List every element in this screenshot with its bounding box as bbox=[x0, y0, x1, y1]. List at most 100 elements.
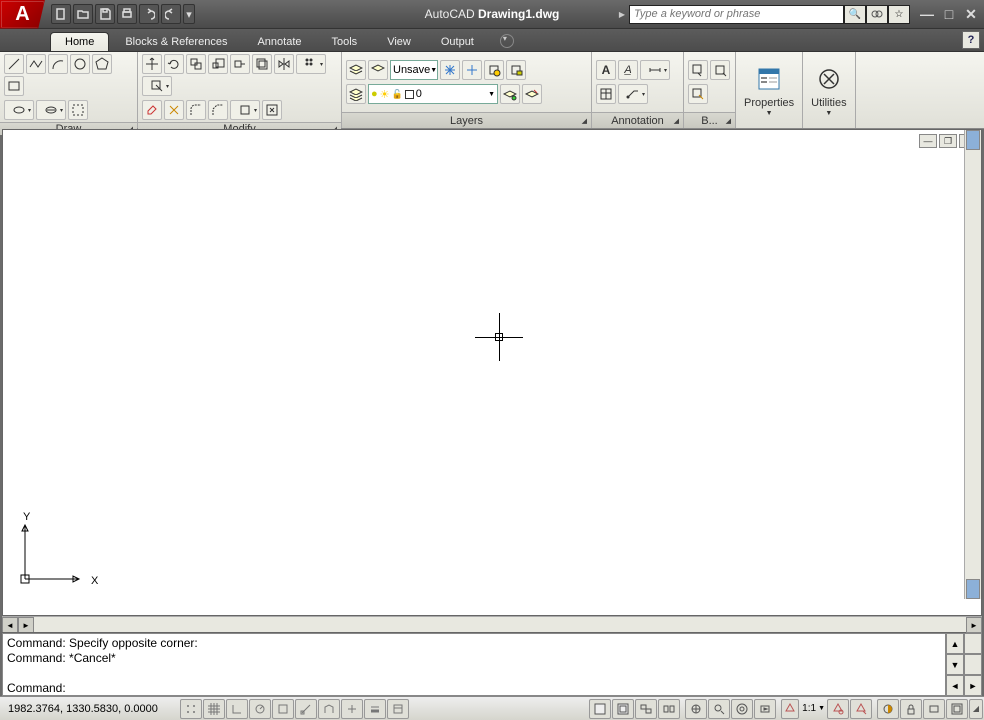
toolbar-lock-button[interactable] bbox=[900, 699, 922, 719]
layer-unisolate-button[interactable] bbox=[522, 84, 542, 104]
layout-button[interactable] bbox=[612, 699, 634, 719]
comm-center-button[interactable] bbox=[866, 5, 888, 24]
polygon-button[interactable] bbox=[92, 54, 112, 74]
grid-toggle[interactable] bbox=[203, 699, 225, 719]
canvas-minimize-button[interactable]: — bbox=[919, 134, 937, 148]
erase-button[interactable] bbox=[142, 100, 162, 120]
snap-toggle[interactable] bbox=[180, 699, 202, 719]
ribbon-options-button[interactable] bbox=[500, 34, 514, 48]
panel-annotation-title[interactable]: Annotation◢ bbox=[592, 112, 683, 128]
edit-block-button[interactable] bbox=[688, 84, 708, 104]
maximize-button[interactable]: □ bbox=[940, 5, 958, 23]
steering-wheel-button[interactable] bbox=[731, 699, 753, 719]
ortho-toggle[interactable] bbox=[226, 699, 248, 719]
tab-scroll-left[interactable]: ◄ bbox=[2, 617, 18, 633]
zoom-button[interactable] bbox=[708, 699, 730, 719]
arc-button[interactable] bbox=[48, 54, 68, 74]
qp-toggle[interactable] bbox=[387, 699, 409, 719]
search-go-button[interactable]: 🔍 bbox=[844, 5, 866, 24]
copy-button[interactable] bbox=[186, 54, 206, 74]
quickview-drawings-button[interactable] bbox=[658, 699, 680, 719]
layer-states-button[interactable] bbox=[368, 60, 388, 80]
layer-off-button[interactable] bbox=[462, 60, 482, 80]
dyn-toggle[interactable] bbox=[341, 699, 363, 719]
cmd-scroll-right[interactable]: ► bbox=[964, 675, 982, 696]
model-button[interactable] bbox=[589, 699, 611, 719]
stretch-button[interactable] bbox=[230, 54, 250, 74]
panel-utilities[interactable]: Utilities ▼ bbox=[803, 52, 855, 128]
polyline-button[interactable] bbox=[26, 54, 46, 74]
trim-dropdown[interactable] bbox=[142, 76, 172, 96]
horizontal-scrollbar[interactable]: ► bbox=[34, 617, 982, 632]
lwt-toggle[interactable] bbox=[364, 699, 386, 719]
offset-button[interactable] bbox=[252, 54, 272, 74]
mirror-button[interactable] bbox=[274, 54, 294, 74]
panel-block-title[interactable]: B...◢ bbox=[684, 112, 735, 128]
otrack-toggle[interactable] bbox=[295, 699, 317, 719]
open-button[interactable] bbox=[73, 4, 93, 24]
vertical-scrollbar[interactable] bbox=[964, 130, 981, 599]
leader-dropdown[interactable] bbox=[618, 84, 648, 104]
ducs-toggle[interactable] bbox=[318, 699, 340, 719]
pan-button[interactable] bbox=[685, 699, 707, 719]
search-input[interactable] bbox=[629, 5, 844, 24]
layer-properties-button[interactable] bbox=[346, 60, 366, 80]
text-button[interactable]: A̲ bbox=[618, 60, 638, 80]
annotation-scale-label[interactable]: 1:1 bbox=[800, 703, 818, 714]
cmd-scroll-down[interactable]: ▼ bbox=[946, 654, 964, 675]
line-button[interactable] bbox=[4, 54, 24, 74]
favorites-button[interactable]: ☆ bbox=[888, 5, 910, 24]
status-tray-button[interactable]: ◢ bbox=[969, 699, 983, 719]
print-button[interactable] bbox=[117, 4, 137, 24]
help-button[interactable]: ? bbox=[962, 31, 980, 49]
layer-dropdown[interactable]: ● ☀ 🔓 0 ▼ bbox=[368, 84, 498, 104]
clean-screen-button[interactable] bbox=[946, 699, 968, 719]
layer-lock-button[interactable] bbox=[506, 60, 526, 80]
layer-freeze-button[interactable] bbox=[440, 60, 460, 80]
hatch-dropdown[interactable] bbox=[36, 100, 66, 120]
table-button[interactable] bbox=[596, 84, 616, 104]
annotation-visibility-button[interactable] bbox=[827, 699, 849, 719]
join-dropdown[interactable] bbox=[230, 100, 260, 120]
cmd-scroll-up[interactable]: ▲ bbox=[946, 633, 964, 654]
drawing-canvas[interactable]: — ❐ ✕ Y X bbox=[2, 129, 982, 616]
close-button[interactable]: ✕ bbox=[962, 5, 980, 23]
layer-match-button[interactable] bbox=[346, 84, 366, 104]
polar-toggle[interactable] bbox=[249, 699, 271, 719]
panel-layers-title[interactable]: Layers◢ bbox=[342, 112, 591, 128]
coordinates-display[interactable]: 1982.3764, 1330.5830, 0.0000 bbox=[0, 703, 180, 715]
chamfer-button[interactable] bbox=[208, 100, 228, 120]
dimension-dropdown[interactable] bbox=[640, 60, 670, 80]
insert-block-button[interactable] bbox=[688, 60, 708, 80]
workspace-switching-button[interactable] bbox=[877, 699, 899, 719]
tab-blocks[interactable]: Blocks & References bbox=[111, 33, 241, 51]
explode-button[interactable] bbox=[164, 100, 184, 120]
rectangle-button[interactable] bbox=[4, 76, 24, 96]
circle-button[interactable] bbox=[70, 54, 90, 74]
annotation-scale-icon[interactable] bbox=[781, 699, 799, 719]
tab-output[interactable]: Output bbox=[427, 33, 488, 51]
tab-home[interactable]: Home bbox=[50, 32, 109, 51]
break-button[interactable] bbox=[262, 100, 282, 120]
annotation-autoscale-button[interactable] bbox=[850, 699, 872, 719]
region-button[interactable] bbox=[68, 100, 88, 120]
quickview-layouts-button[interactable] bbox=[635, 699, 657, 719]
osnap-toggle[interactable] bbox=[272, 699, 294, 719]
mtext-button[interactable]: A bbox=[596, 60, 616, 80]
tab-view[interactable]: View bbox=[373, 33, 425, 51]
tab-scroll-right[interactable]: ► bbox=[18, 617, 34, 633]
array-dropdown[interactable] bbox=[296, 54, 326, 74]
panel-properties[interactable]: Properties ▼ bbox=[736, 52, 803, 128]
new-button[interactable] bbox=[51, 4, 71, 24]
layer-state-dropdown[interactable]: Unsave▼ bbox=[390, 60, 438, 80]
move-button[interactable] bbox=[142, 54, 162, 74]
tab-annotate[interactable]: Annotate bbox=[243, 33, 315, 51]
cmd-scroll-left[interactable]: ◄ bbox=[946, 675, 964, 696]
layer-previous-button[interactable] bbox=[500, 84, 520, 104]
undo-button[interactable] bbox=[139, 4, 159, 24]
create-block-button[interactable] bbox=[710, 60, 730, 80]
canvas-restore-button[interactable]: ❐ bbox=[939, 134, 957, 148]
showmotion-button[interactable] bbox=[754, 699, 776, 719]
command-history[interactable]: Command: Specify opposite corner: Comman… bbox=[2, 633, 946, 696]
fillet-button[interactable] bbox=[186, 100, 206, 120]
